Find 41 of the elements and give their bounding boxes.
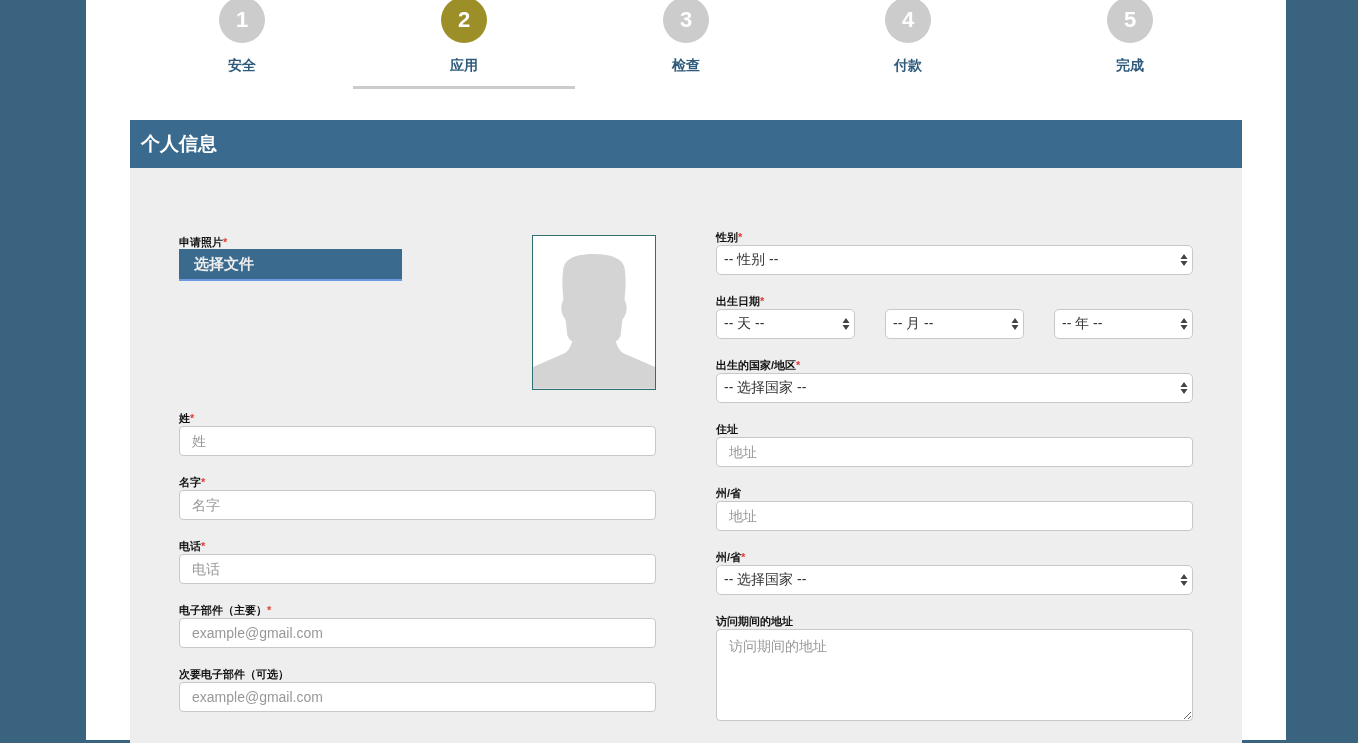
field-label: 次要电子部件（可选） [179,667,290,682]
field-label: 电子部件（主要）* [179,603,273,618]
step-label[interactable]: 应用 [450,57,478,75]
text-field[interactable]: 地址 [716,437,1193,467]
avatar-silhouette-icon [532,235,656,390]
text-field[interactable]: 名字 [179,490,656,520]
choose-file-button[interactable]: 选择文件 [179,249,402,281]
field-label: 州/省* [716,550,747,565]
field-label: 出生的国家/地区* [716,358,802,373]
dropdown[interactable]: -- 天 -- [716,309,855,339]
field-label: 性别* [716,230,744,245]
step-label[interactable]: 安全 [228,57,256,75]
field-label: 电话* [179,539,207,554]
step-label[interactable]: 检查 [672,57,700,75]
field-label: 访问期间的地址 [716,614,794,629]
updown-arrows-icon [1180,317,1188,331]
updown-arrows-icon [1180,381,1188,395]
field-label: 名字* [179,475,207,490]
updown-arrows-icon [1180,253,1188,267]
text-field[interactable]: example@gmail.com [179,618,656,648]
dropdown[interactable]: -- 选择国家 -- [716,565,1193,595]
updown-arrows-icon [1011,317,1019,331]
text-field[interactable]: 地址 [716,501,1193,531]
step-label[interactable]: 付款 [894,57,922,75]
updown-arrows-icon [1180,573,1188,587]
dropdown[interactable]: -- 性别 -- [716,245,1193,275]
section-title: 个人信息 [130,120,1242,168]
text-field[interactable]: 姓 [179,426,656,456]
updown-arrows-icon [842,317,850,331]
field-label: 出生日期* [716,294,766,309]
field-label: 住址 [716,422,739,437]
field-label: 申请照片* [179,235,229,250]
dropdown[interactable]: -- 月 -- [885,309,1024,339]
field-label: 姓* [179,411,196,426]
textarea-field[interactable]: 访问期间的地址 [716,629,1193,721]
text-field[interactable]: example@gmail.com [179,682,656,712]
text-field[interactable]: 电话 [179,554,656,584]
field-label: 州/省 [716,486,743,501]
step-label[interactable]: 完成 [1116,57,1144,75]
dropdown[interactable]: -- 选择国家 -- [716,373,1193,403]
dropdown[interactable]: -- 年 -- [1054,309,1193,339]
